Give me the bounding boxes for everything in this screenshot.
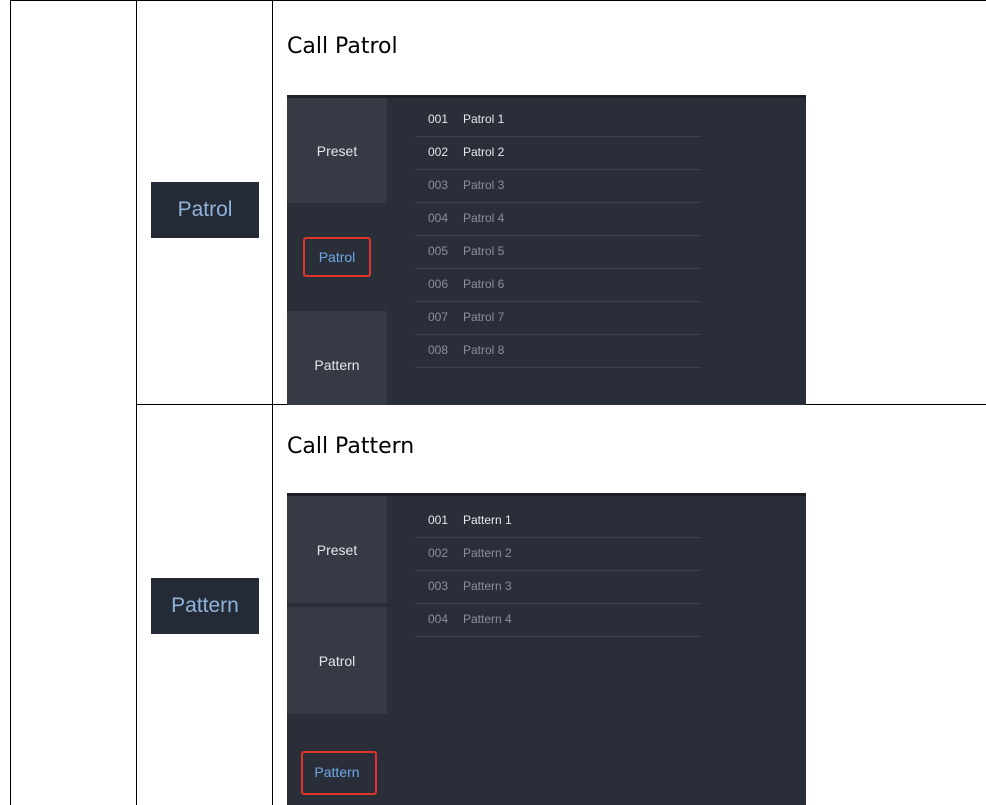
row-title: Call Patrol: [287, 34, 398, 59]
list-item[interactable]: 006 Patrol 6: [415, 269, 701, 302]
list-item[interactable]: 008 Patrol 8: [415, 335, 701, 368]
tab-patrol[interactable]: Patrol: [287, 607, 387, 714]
tab-label: Patrol: [318, 249, 356, 265]
item-number: 001: [428, 112, 449, 126]
patrol-panel: Preset Patrol Pattern 001 Patrol 1 002 Pat…: [287, 95, 806, 405]
item-name: Pattern 2: [463, 546, 512, 560]
item-name: Pattern 4: [463, 612, 512, 626]
item-number: 005: [428, 244, 449, 258]
row-title: Call Pattern: [287, 434, 415, 459]
pattern-panel: Preset Patrol Pattern 001 Pattern 1 002 Pa…: [287, 493, 806, 805]
tab-label: Preset: [316, 142, 358, 159]
list-item[interactable]: 001 Patrol 1: [415, 104, 701, 137]
item-name: Patrol 6: [463, 277, 505, 291]
table-border-col2: [272, 0, 273, 805]
item-number: 004: [428, 612, 449, 626]
list-item[interactable]: 001 Pattern 1: [415, 505, 701, 538]
table-border-col1: [136, 0, 137, 805]
item-name: Patrol 5: [463, 244, 505, 258]
list-item[interactable]: 002 Pattern 2: [415, 538, 701, 571]
item-number: 007: [428, 310, 449, 324]
item-number: 003: [428, 579, 449, 593]
tab-preset[interactable]: Preset: [287, 98, 387, 203]
table-border-top: [10, 0, 986, 1]
item-name: Patrol 3: [463, 178, 505, 192]
patrol-list: 001 Patrol 1 002 Patrol 2 003 Patrol 3 004 P…: [415, 104, 701, 368]
item-number: 006: [428, 277, 449, 291]
item-name: Patrol 4: [463, 211, 505, 225]
tab-pattern[interactable]: Pattern: [287, 311, 387, 405]
item-number: 002: [428, 145, 449, 159]
tab-preset[interactable]: Preset: [287, 496, 387, 603]
patrol-icon-button[interactable]: Patrol: [151, 182, 259, 238]
tab-label: Pattern: [314, 763, 360, 780]
item-number: 008: [428, 343, 449, 357]
item-name: Patrol 7: [463, 310, 505, 324]
item-name: Pattern 3: [463, 579, 512, 593]
table-border-left: [10, 0, 11, 805]
list-item[interactable]: 004 Pattern 4: [415, 604, 701, 637]
item-name: Patrol 1: [463, 112, 505, 126]
item-number: 001: [428, 513, 449, 527]
item-name: Pattern 1: [463, 513, 512, 527]
item-number: 004: [428, 211, 449, 225]
item-number: 002: [428, 546, 449, 560]
list-item[interactable]: 007 Patrol 7: [415, 302, 701, 335]
tab-label: Patrol: [318, 652, 356, 669]
tab-patrol[interactable]: Patrol: [287, 203, 387, 311]
tab-pattern[interactable]: Pattern: [287, 714, 387, 805]
list-item[interactable]: 004 Patrol 4: [415, 203, 701, 236]
pattern-icon-button[interactable]: Pattern: [151, 578, 259, 634]
list-item[interactable]: 003 Patrol 3: [415, 170, 701, 203]
tab-label: Pattern: [314, 357, 360, 373]
pattern-list: 001 Pattern 1 002 Pattern 2 003 Pattern 3 0…: [415, 505, 701, 637]
list-item[interactable]: 003 Pattern 3: [415, 571, 701, 604]
item-name: Patrol 8: [463, 343, 505, 357]
tab-label: Preset: [316, 541, 358, 558]
item-name: Patrol 2: [463, 145, 505, 159]
item-number: 003: [428, 178, 449, 192]
list-item[interactable]: 002 Patrol 2: [415, 137, 701, 170]
list-item[interactable]: 005 Patrol 5: [415, 236, 701, 269]
